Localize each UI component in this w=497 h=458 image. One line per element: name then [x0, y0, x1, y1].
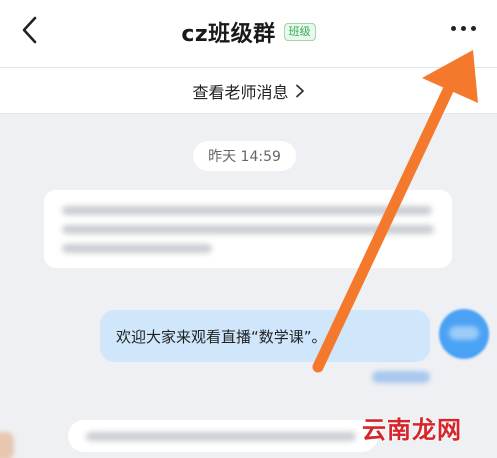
class-badge: 班级 [283, 23, 316, 41]
more-dots-icon [470, 25, 476, 31]
more-dots-icon [460, 25, 466, 31]
sent-message-bubble[interactable]: 欢迎大家来观看直播“数学课”。 [100, 310, 430, 362]
edge-decoration [0, 432, 14, 458]
system-notice-card [44, 190, 452, 268]
chat-screen: cz班级群 班级 查看老师消息 昨天 14:59 欢迎大家来观看直播“数学课”。 [0, 0, 497, 458]
read-status[interactable] [372, 371, 430, 383]
title-group: cz班级群 班级 [0, 16, 497, 48]
chat-messages-area[interactable]: 昨天 14:59 欢迎大家来观看直播“数学课”。 [0, 114, 497, 458]
view-teacher-messages-bar[interactable]: 查看老师消息 [0, 68, 497, 114]
avatar[interactable] [439, 309, 489, 359]
blurred-text-line [62, 225, 434, 234]
more-dots-icon [450, 25, 456, 31]
blurred-text-line [86, 432, 356, 441]
blurred-text-line [62, 244, 212, 253]
blurred-text-line [62, 206, 432, 215]
live-end-notice [68, 420, 378, 452]
top-nav-bar: cz班级群 班级 [0, 0, 497, 68]
group-title: cz班级群 [181, 22, 276, 47]
more-button[interactable] [443, 16, 483, 40]
timestamp-pill: 昨天 14:59 [193, 141, 296, 171]
site-watermark: 云南龙网 [362, 416, 462, 444]
avatar-label [449, 326, 479, 340]
chevron-right-icon [295, 84, 304, 97]
sent-message-text: 欢迎大家来观看直播“数学课”。 [116, 327, 327, 346]
view-teacher-messages-label: 查看老师消息 [192, 82, 289, 102]
